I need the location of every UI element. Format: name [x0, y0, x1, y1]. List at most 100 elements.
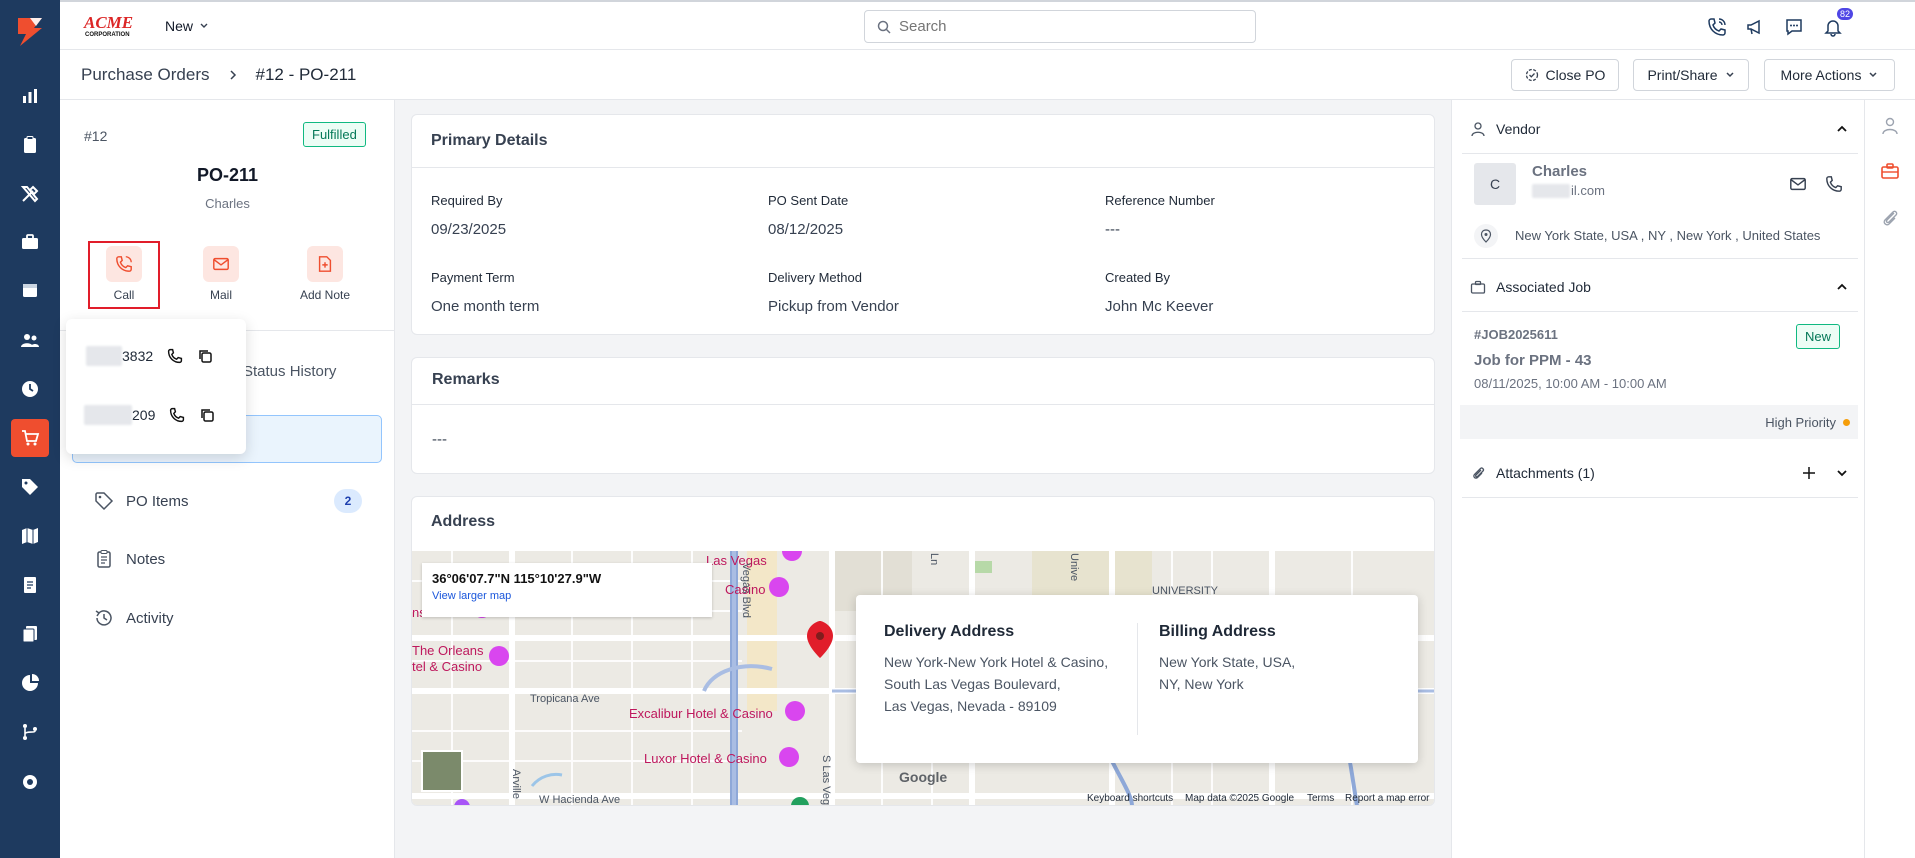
po-title: PO-211: [196, 165, 259, 185]
clock-icon[interactable]: [0, 369, 60, 409]
workflow-icon[interactable]: [0, 712, 60, 752]
clipboard-icon[interactable]: [0, 125, 60, 165]
copy-icon[interactable]: [197, 348, 213, 364]
nav-notes[interactable]: Notes: [94, 549, 165, 569]
more-actions-button[interactable]: More Actions: [1764, 59, 1895, 91]
phone-row: 209: [66, 395, 246, 435]
users-icon[interactable]: [0, 320, 60, 360]
search-icon: [877, 20, 891, 34]
phone-ring-icon[interactable]: [1705, 15, 1729, 39]
map-road-label: S Las Veg: [820, 755, 832, 806]
more-actions-label: More Actions: [1780, 67, 1862, 83]
app-logo-icon[interactable]: [12, 14, 48, 50]
briefcase-icon[interactable]: [0, 222, 60, 262]
call-popover: 3832 209: [66, 319, 246, 454]
brand-logo[interactable]: ACME CORPORATION: [82, 11, 144, 39]
vendor-section-header[interactable]: Vendor: [1462, 104, 1858, 154]
job-status-badge: New: [1796, 324, 1841, 349]
calendar-icon[interactable]: [0, 270, 60, 310]
job-id[interactable]: #JOB2025611: [1474, 327, 1558, 342]
chat-icon[interactable]: [1782, 15, 1806, 39]
print-share-button[interactable]: Print/Share: [1633, 59, 1749, 91]
mail-icon[interactable]: [1789, 175, 1807, 193]
phone-icon[interactable]: [167, 348, 183, 364]
chevron-up-icon[interactable]: [1836, 281, 1848, 293]
cart-icon[interactable]: [0, 418, 60, 458]
tools-icon[interactable]: [0, 174, 60, 214]
field-value: One month term: [431, 298, 540, 315]
copy-icon[interactable]: [199, 407, 215, 423]
new-dropdown[interactable]: New: [165, 18, 209, 34]
priority-label: High Priority: [1765, 415, 1836, 430]
address-title: Address: [431, 513, 496, 530]
vendor-name: Charles: [1532, 163, 1588, 180]
add-note-icon: [307, 246, 343, 282]
bell-icon[interactable]: 82: [1821, 8, 1853, 39]
remarks-card: Remarks ---: [411, 357, 1435, 474]
mail-action[interactable]: Mail: [186, 246, 256, 302]
tab-status-history[interactable]: Status History: [243, 363, 336, 380]
google-logo: Google: [899, 769, 948, 785]
history-icon: [95, 610, 112, 626]
map-road-label: Ln: [928, 553, 940, 566]
global-search[interactable]: [864, 10, 1256, 43]
phone-icon[interactable]: [1825, 175, 1843, 193]
redacted-phone: [84, 405, 132, 425]
field-value: Pickup from Vendor: [768, 298, 899, 315]
attachments-section-header[interactable]: Attachments (1): [1462, 448, 1858, 498]
view-larger-map-link[interactable]: View larger map: [432, 590, 702, 602]
map-data-credit: Map data ©2025 Google: [1185, 793, 1295, 804]
add-note-action[interactable]: Add Note: [290, 246, 360, 302]
nav-po-items[interactable]: PO Items: [94, 491, 189, 511]
job-name[interactable]: Job for PPM - 43: [1474, 352, 1592, 369]
page-header: Purchase Orders #12 - PO-211 Close PO Pr…: [60, 50, 1915, 100]
plus-icon[interactable]: [1802, 466, 1816, 480]
terms-link[interactable]: Terms: [1307, 793, 1334, 804]
field-label: PO Sent Date: [768, 193, 849, 208]
new-dropdown-label: New: [165, 18, 194, 34]
field-value: 09/23/2025: [431, 221, 507, 238]
priority-bar: High Priority: [1460, 405, 1858, 439]
address-map[interactable]: Las Vegas Casino The Orleans tel & Casin…: [412, 551, 1434, 806]
tag-icon[interactable]: [0, 467, 60, 507]
breadcrumb-root[interactable]: Purchase Orders: [81, 65, 210, 85]
map-coordinates-card: 36°06'07.7"N 115°10'27.9"W View larger m…: [422, 563, 712, 617]
chevron-down-icon: [200, 23, 208, 28]
briefcase-icon[interactable]: [1880, 161, 1900, 181]
chevron-down-icon[interactable]: [1836, 467, 1848, 479]
paperclip-icon[interactable]: [1880, 207, 1900, 227]
map-coordinates: 36°06'07.7"N 115°10'27.9"W: [432, 571, 602, 586]
breadcrumb: Purchase Orders #12 - PO-211: [81, 65, 356, 85]
reports-icon[interactable]: [0, 76, 60, 116]
documents-icon[interactable]: [0, 614, 60, 654]
associated-job-section-header[interactable]: Associated Job: [1462, 262, 1858, 312]
map-road-label: Vegas Blvd: [740, 563, 752, 619]
address-details-card: Delivery Address New York-New York Hotel…: [856, 595, 1418, 763]
megaphone-icon[interactable]: [1743, 15, 1767, 39]
chevron-right-icon: [229, 70, 236, 80]
close-po-button[interactable]: Close PO: [1511, 59, 1619, 91]
phone-icon[interactable]: [169, 407, 185, 423]
po-number: #12: [84, 128, 108, 144]
status-badge: Fulfilled: [303, 122, 366, 147]
settings-icon[interactable]: [0, 762, 60, 802]
map-icon[interactable]: [0, 516, 60, 556]
nav-activity-label: Activity: [126, 609, 174, 627]
search-input[interactable]: [899, 18, 1239, 35]
report-map-error-link[interactable]: Report a map error: [1345, 793, 1429, 804]
vendor-section-title: Vendor: [1496, 120, 1541, 137]
keyboard-shortcuts-link[interactable]: Keyboard shortcuts: [1087, 793, 1173, 804]
primary-details-card: Primary Details Required By 09/23/2025 P…: [411, 114, 1435, 335]
field-value: John Mc Keever: [1105, 298, 1214, 315]
nav-activity[interactable]: Activity: [94, 608, 174, 628]
billing-address: Billing Address New York State, USA, NY,…: [1159, 623, 1295, 695]
pie-chart-icon[interactable]: [0, 663, 60, 703]
print-share-label: Print/Share: [1647, 67, 1718, 83]
invoice-icon[interactable]: [0, 565, 60, 605]
chevron-up-icon[interactable]: [1836, 123, 1848, 135]
app-rail: [0, 0, 60, 858]
user-icon[interactable]: [1880, 116, 1900, 136]
breadcrumb-current: #12 - PO-211: [255, 65, 357, 84]
delivery-address-line: New York-New York Hotel & Casino,: [884, 654, 1109, 670]
divider: [412, 404, 1434, 405]
